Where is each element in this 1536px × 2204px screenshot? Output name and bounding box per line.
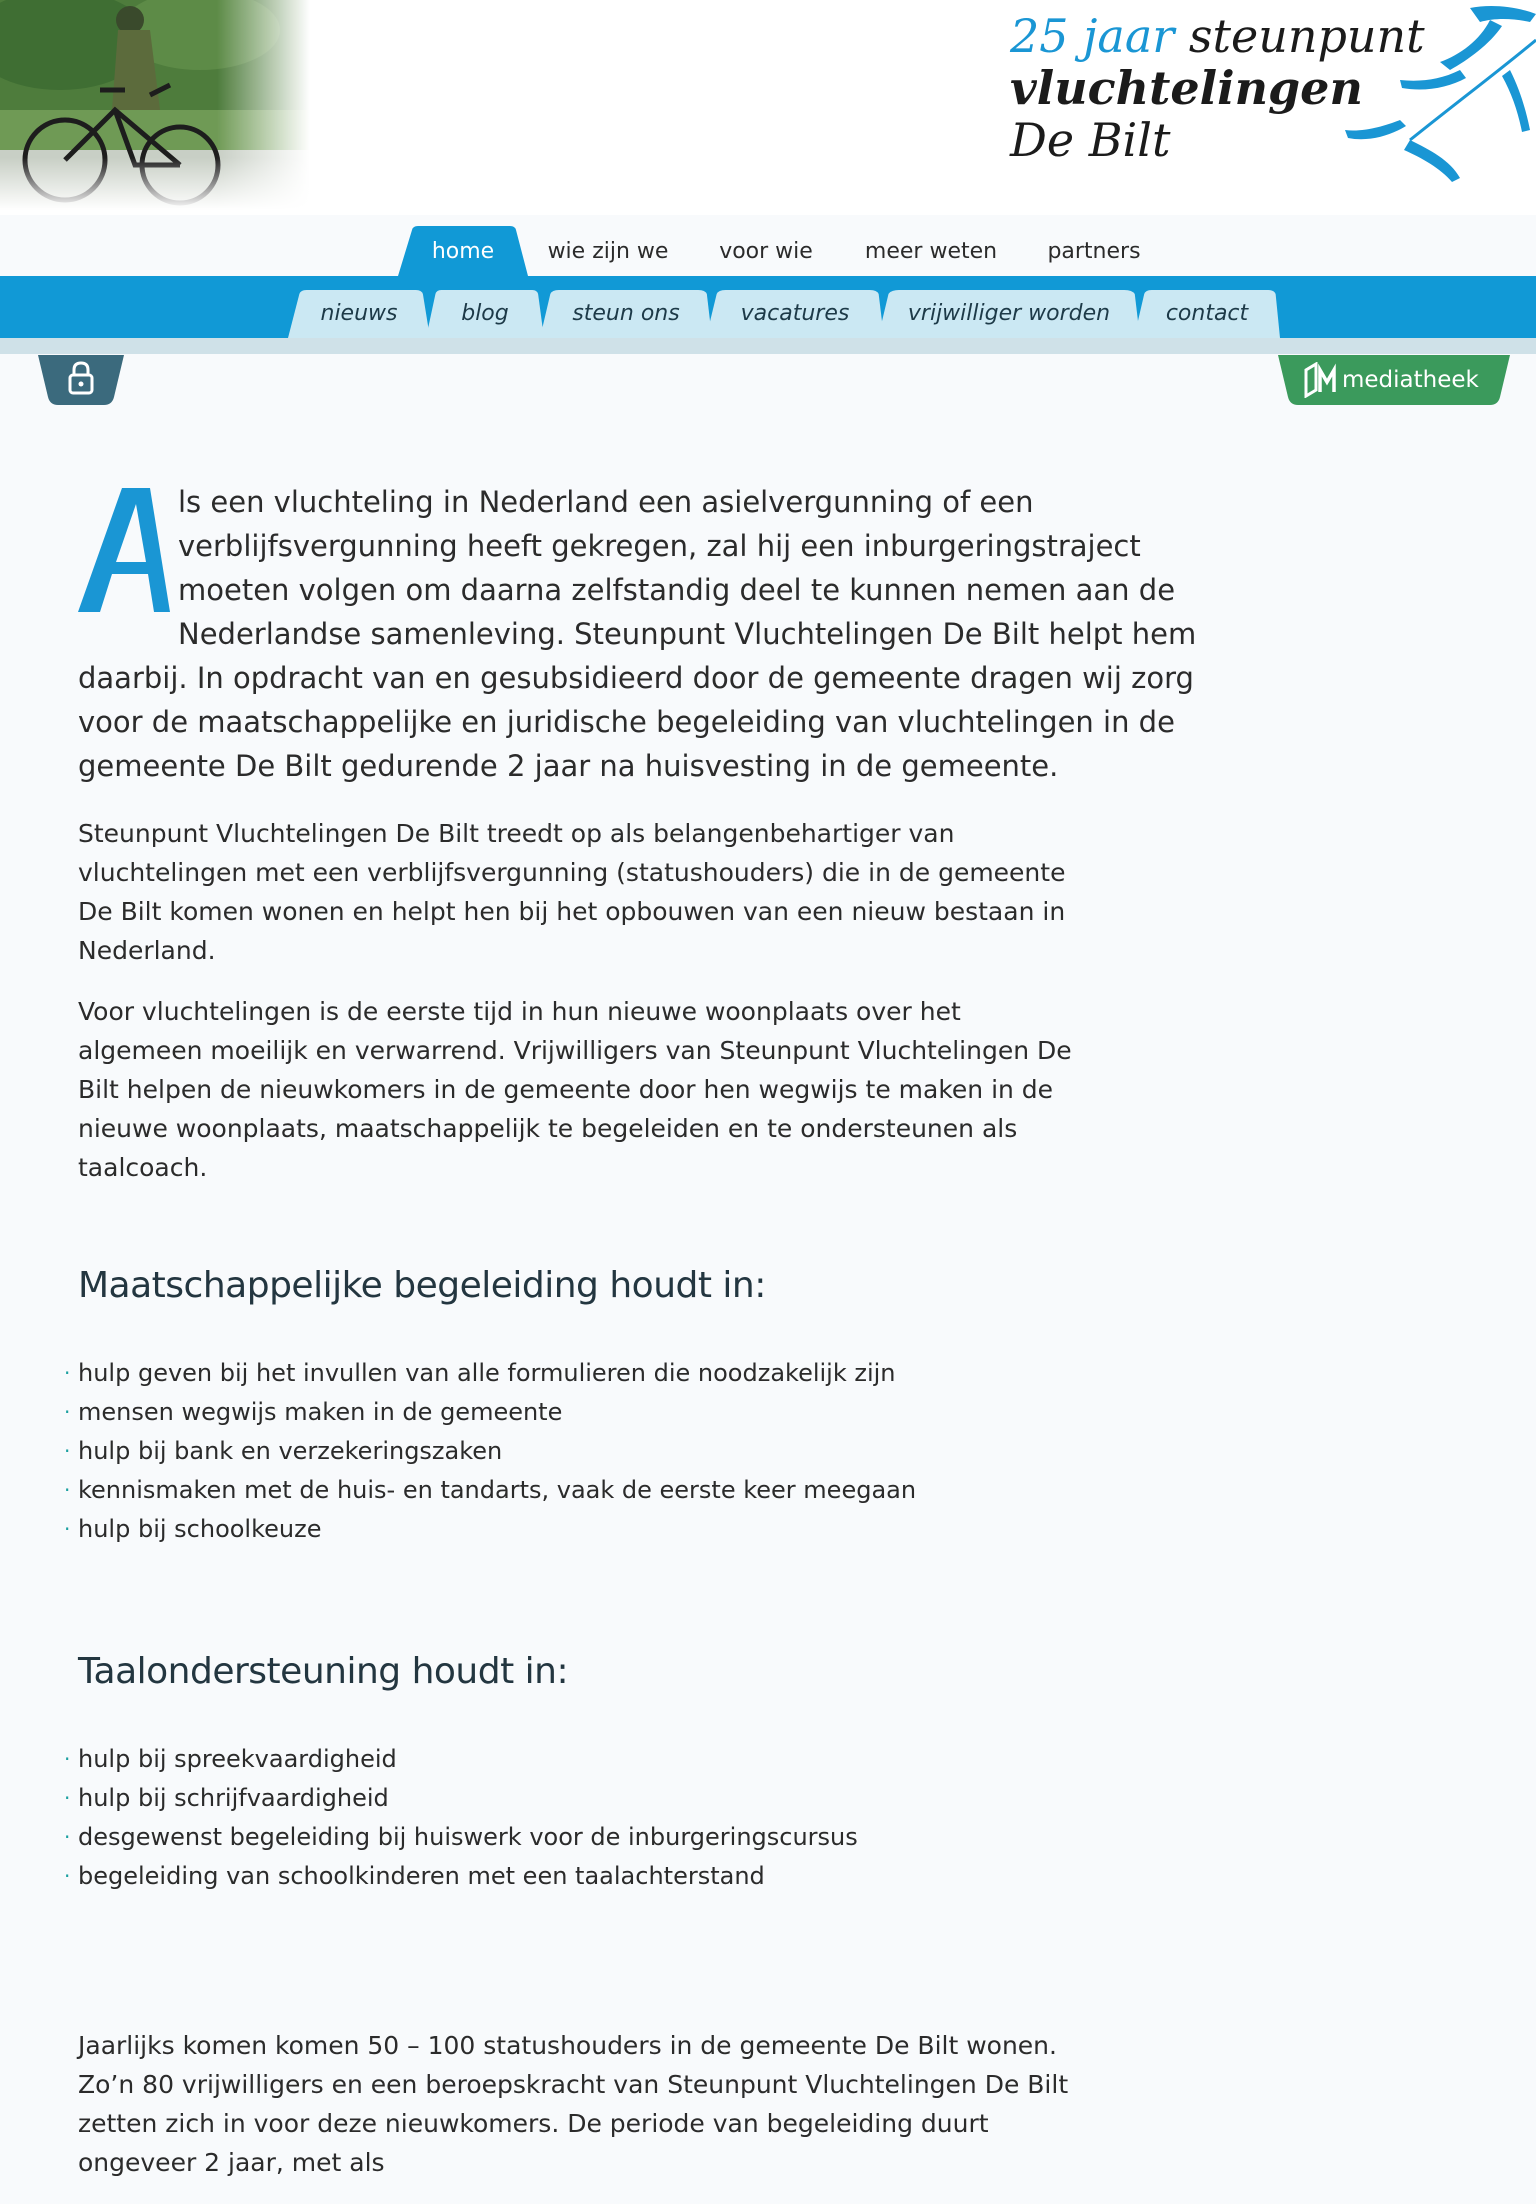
bullet-dot-icon: ·	[64, 1747, 71, 1771]
main-navigation: home wie zijn we voor wie meer weten par…	[0, 226, 1536, 276]
list-item: · mensen wegwijs maken in de gemeente	[64, 1393, 1208, 1432]
paragraph-jaarlijks: Jaarlijks komen komen 50 – 100 statushou…	[78, 2031, 1069, 2177]
nav-bar-bottom-strip	[0, 338, 1536, 354]
mediatheek-button[interactable]: mediatheek	[1278, 355, 1510, 405]
intro-paragraph: A ls een vluchteling in Nederland een as…	[78, 485, 1197, 783]
bullet-dot-icon: ·	[64, 1478, 71, 1502]
site-logo[interactable]: 25 jaar steunpunt vluchtelingen De Bilt	[1010, 9, 1425, 167]
subnav-item-nieuws[interactable]: nieuws	[288, 290, 430, 338]
list-item: · kennismaken met de huis- en tandarts, v…	[64, 1471, 1208, 1510]
subnav-item-blog[interactable]: blog	[426, 290, 544, 338]
mediatheek-label: mediatheek	[1342, 367, 1479, 393]
birds-branch-illustration	[1345, 6, 1536, 182]
login-lock-button[interactable]	[38, 355, 124, 405]
main-content: A ls een vluchteling in Nederland een as…	[64, 480, 1208, 2204]
list-item: · hulp bij schoolkeuze	[64, 1510, 1208, 1549]
bullet-dot-icon: ·	[64, 1361, 71, 1385]
site-header: 25 jaar steunpunt vluchtelingen De Bilt	[0, 0, 1536, 215]
list-item: · begeleiding van schoolkinderen met een …	[64, 1857, 1208, 1896]
list-maatschappelijke-begeleiding: · hulp geven bij het invullen van alle fo…	[64, 1354, 1208, 1549]
nav-item-voor-wie[interactable]: voor wie	[706, 226, 826, 276]
nav-item-home[interactable]: home	[398, 226, 528, 276]
logo-line-2: vluchtelingen	[1010, 61, 1363, 115]
subnav-item-steun-ons[interactable]: steun ons	[540, 290, 712, 338]
subnav-item-contact[interactable]: contact	[1134, 290, 1280, 338]
list-item: · hulp bij bank en verzekeringszaken	[64, 1432, 1208, 1471]
mediatheek-icon	[1304, 362, 1336, 398]
bullet-dot-icon: ·	[64, 1864, 71, 1888]
bullet-dot-icon: ·	[64, 1517, 71, 1541]
list-item: · hulp bij schrijfvaardigheid	[64, 1779, 1208, 1818]
svg-text:A: A	[78, 488, 79, 489]
nav-item-meer-weten[interactable]: meer weten	[856, 226, 1006, 276]
logo-line-3: De Bilt	[1010, 113, 1171, 167]
logo-line-1: 25 jaar steunpunt	[1010, 9, 1425, 63]
paragraph-statushouders: Steunpunt Vluchtelingen De Bilt treedt o…	[78, 819, 1066, 965]
list-item: · desgewenst begeleiding bij huiswerk voo…	[64, 1818, 1208, 1857]
bullet-dot-icon: ·	[64, 1400, 71, 1424]
subnav-item-vrijwilliger-worden[interactable]: vrijwilliger worden	[878, 290, 1140, 338]
bullet-dot-icon: ·	[64, 1786, 71, 1810]
drop-cap-letter: A	[78, 488, 170, 612]
heading-maatschappelijke-begeleiding: Maatschappelijke begeleiding houdt in:	[78, 1265, 766, 1306]
subnav-item-vacatures[interactable]: vacatures	[706, 290, 884, 338]
heading-taalondersteuning: Taalondersteuning houdt in:	[78, 1651, 569, 1692]
nav-item-partners[interactable]: partners	[1034, 226, 1154, 276]
list-item: · hulp geven bij het invullen van alle fo…	[64, 1354, 1208, 1393]
nav-item-wie-zijn-we[interactable]: wie zijn we	[540, 226, 676, 276]
bullet-dot-icon: ·	[64, 1825, 71, 1849]
lock-icon	[38, 355, 124, 405]
header-photo-cyclist	[0, 0, 310, 210]
list-item: · hulp bij spreekvaardigheid	[64, 1740, 1208, 1779]
list-taalondersteuning: · hulp bij spreekvaardigheid · hulp bij sc…	[64, 1740, 1208, 1896]
bullet-dot-icon: ·	[64, 1439, 71, 1463]
paragraph-vrijwilligers: Voor vluchtelingen is de eerste tijd in …	[78, 997, 1072, 1182]
